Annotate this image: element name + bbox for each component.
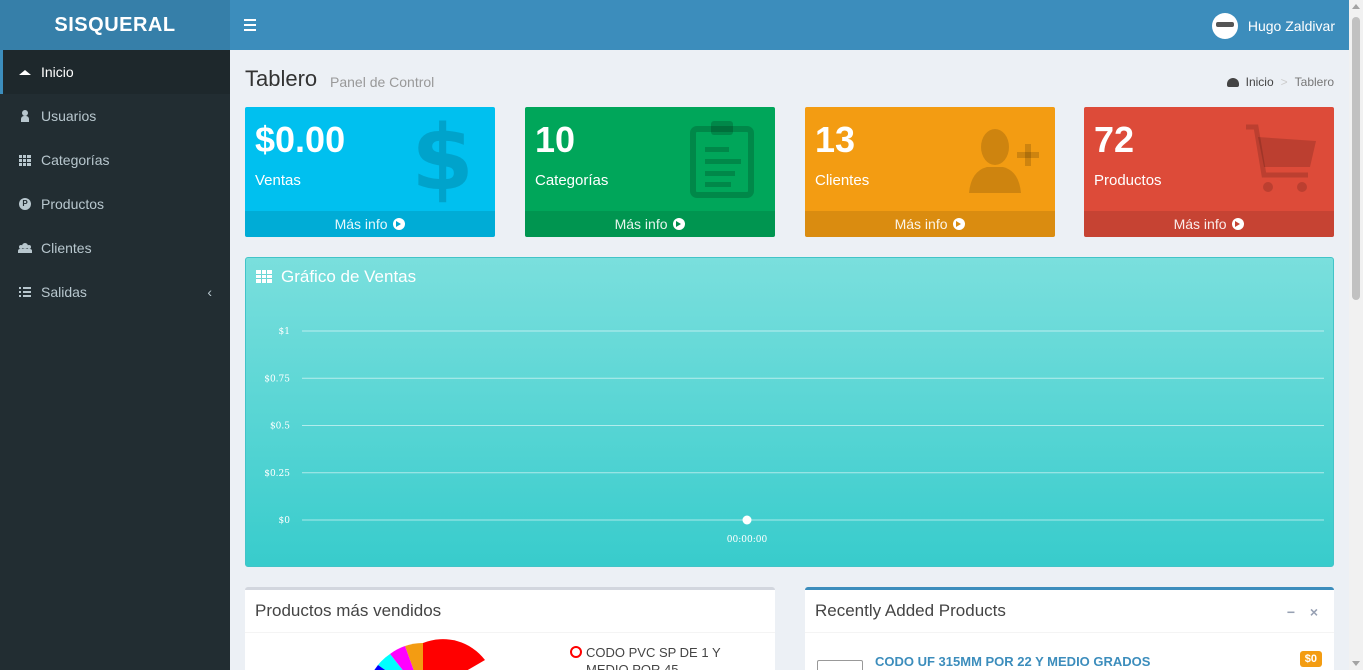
breadcrumb: Inicio > Tablero: [1226, 75, 1334, 89]
sidebar-item-label: Salidas: [41, 284, 87, 300]
legend-item: CODO PVC SP DE 1 Y MEDIO POR 45: [570, 644, 760, 670]
chevron-left-icon: ‹: [207, 284, 212, 300]
sales-chart[interactable]: $0 $0.25 $0.5 $0.75 $1 00:00:00: [246, 258, 1333, 566]
app-logo[interactable]: SISQUERAL: [0, 0, 230, 50]
arrow-circle-right-icon: [673, 218, 686, 230]
user-icon: [18, 110, 32, 122]
user-menu[interactable]: Hugo Zaldivar: [1211, 13, 1335, 39]
y-tick-label: $0: [279, 516, 291, 526]
avatar: [1211, 13, 1238, 39]
more-info-link[interactable]: Más info: [1084, 211, 1334, 237]
dashboard-icon: [1226, 77, 1239, 87]
arrow-circle-right-icon: [1232, 218, 1245, 230]
stat-label: Categorías: [535, 172, 609, 189]
users-icon: [18, 243, 32, 253]
clipboard-icon: [690, 121, 754, 198]
sidebar-toggle-icon[interactable]: [244, 16, 258, 34]
price-badge: $0: [1299, 651, 1322, 667]
breadcrumb-separator: >: [1280, 75, 1288, 89]
sidebar-item-label: Productos: [41, 196, 105, 212]
stat-card-ventas: $0.00 Ventas $ Más info: [245, 107, 495, 237]
breadcrumb-current: Tablero: [1294, 75, 1334, 89]
stat-label: Clientes: [815, 172, 870, 189]
stat-label: Productos: [1094, 172, 1162, 189]
sidebar-item-label: Inicio: [41, 64, 74, 80]
product-image: [817, 660, 863, 670]
sidebar: Inicio Usuarios Categorías P Productos C…: [0, 50, 230, 670]
pie-slice: [423, 639, 485, 670]
more-info-link[interactable]: Más info: [805, 211, 1055, 237]
page-subtitle: Panel de Control: [330, 74, 435, 90]
recent-products-box: Recently Added Products − × CODO UF 315M…: [805, 587, 1334, 670]
sales-chart-box: $0 $0.25 $0.5 $0.75 $1 00:00:00 Gráfico de Ve…: [245, 257, 1334, 567]
dollar-icon: $: [411, 107, 474, 211]
y-tick-label: $0.25: [264, 469, 290, 479]
sidebar-item-label: Clientes: [41, 240, 92, 256]
sidebar-item-categorias[interactable]: Categorías: [0, 138, 230, 182]
stat-value: 10: [535, 119, 576, 160]
box-divider: [805, 632, 1334, 633]
user-plus-icon: [969, 129, 1039, 193]
product-p-icon: P: [18, 198, 32, 210]
more-info-link[interactable]: Más info: [245, 211, 495, 237]
more-info-label: Más info: [894, 216, 948, 232]
sidebar-item-clientes[interactable]: Clientes: [0, 226, 230, 270]
stat-value: 13: [815, 119, 856, 160]
legend-label: CODO PVC SP DE 1 Y MEDIO POR 45: [586, 645, 721, 670]
sidebar-item-salidas[interactable]: Salidas ‹: [0, 270, 230, 314]
chart-title: Gráfico de Ventas: [281, 267, 417, 286]
scroll-down-icon[interactable]: [1352, 661, 1360, 666]
sidebar-item-inicio[interactable]: Inicio: [0, 50, 230, 94]
shopping-cart-icon: [1246, 124, 1316, 192]
product-link[interactable]: CODO UF 315MM POR 22 Y MEDIO GRADOS: [875, 654, 1150, 669]
scroll-up-icon[interactable]: [1352, 4, 1360, 9]
stat-label: Ventas: [255, 172, 301, 189]
more-info-label: Más info: [614, 216, 668, 232]
sidebar-item-usuarios[interactable]: Usuarios: [0, 94, 230, 138]
stat-value: 72: [1094, 119, 1135, 160]
minimize-button[interactable]: −: [1287, 604, 1295, 620]
sidebar-item-label: Categorías: [41, 152, 110, 168]
more-info-label: Más info: [1173, 216, 1227, 232]
stat-card-clientes: 13 Clientes Más info: [805, 107, 1055, 237]
more-info-link[interactable]: Más info: [525, 211, 775, 237]
stat-value: $0.00: [255, 119, 346, 160]
circle-outline-icon: [570, 646, 582, 658]
stat-card-categorias: 10 Categorías Más info: [525, 107, 775, 237]
more-info-label: Más info: [334, 216, 388, 232]
sidebar-item-label: Usuarios: [41, 108, 97, 124]
close-button[interactable]: ×: [1310, 604, 1318, 620]
breadcrumb-link-inicio[interactable]: Inicio: [1246, 75, 1274, 89]
user-name: Hugo Zaldivar: [1247, 18, 1335, 34]
page-title: Tablero: [245, 66, 318, 91]
scrollbar-thumb[interactable]: [1352, 17, 1360, 300]
sidebar-item-productos[interactable]: P Productos: [0, 182, 230, 226]
home-icon: [18, 69, 32, 75]
stat-card-productos: 72 Productos Más info: [1084, 107, 1334, 237]
arrow-circle-right-icon: [393, 218, 406, 230]
list-icon: [18, 287, 32, 297]
box-title: Recently Added Products: [815, 601, 1006, 620]
x-tick-label: 00:00:00: [727, 535, 768, 545]
grid-icon: [256, 270, 272, 283]
y-tick-label: $1: [279, 327, 290, 337]
y-tick-label: $0.75: [264, 374, 290, 384]
top-navbar: Hugo Zaldivar: [230, 0, 1349, 50]
y-tick-label: $0.5: [270, 422, 290, 432]
page-scrollbar[interactable]: [1349, 0, 1363, 670]
top-products-box: Productos más vendidos CODO PVC SP DE 1 …: [245, 587, 775, 670]
data-point: [742, 515, 752, 525]
arrow-circle-right-icon: [953, 218, 966, 230]
grid-icon: [18, 154, 32, 166]
